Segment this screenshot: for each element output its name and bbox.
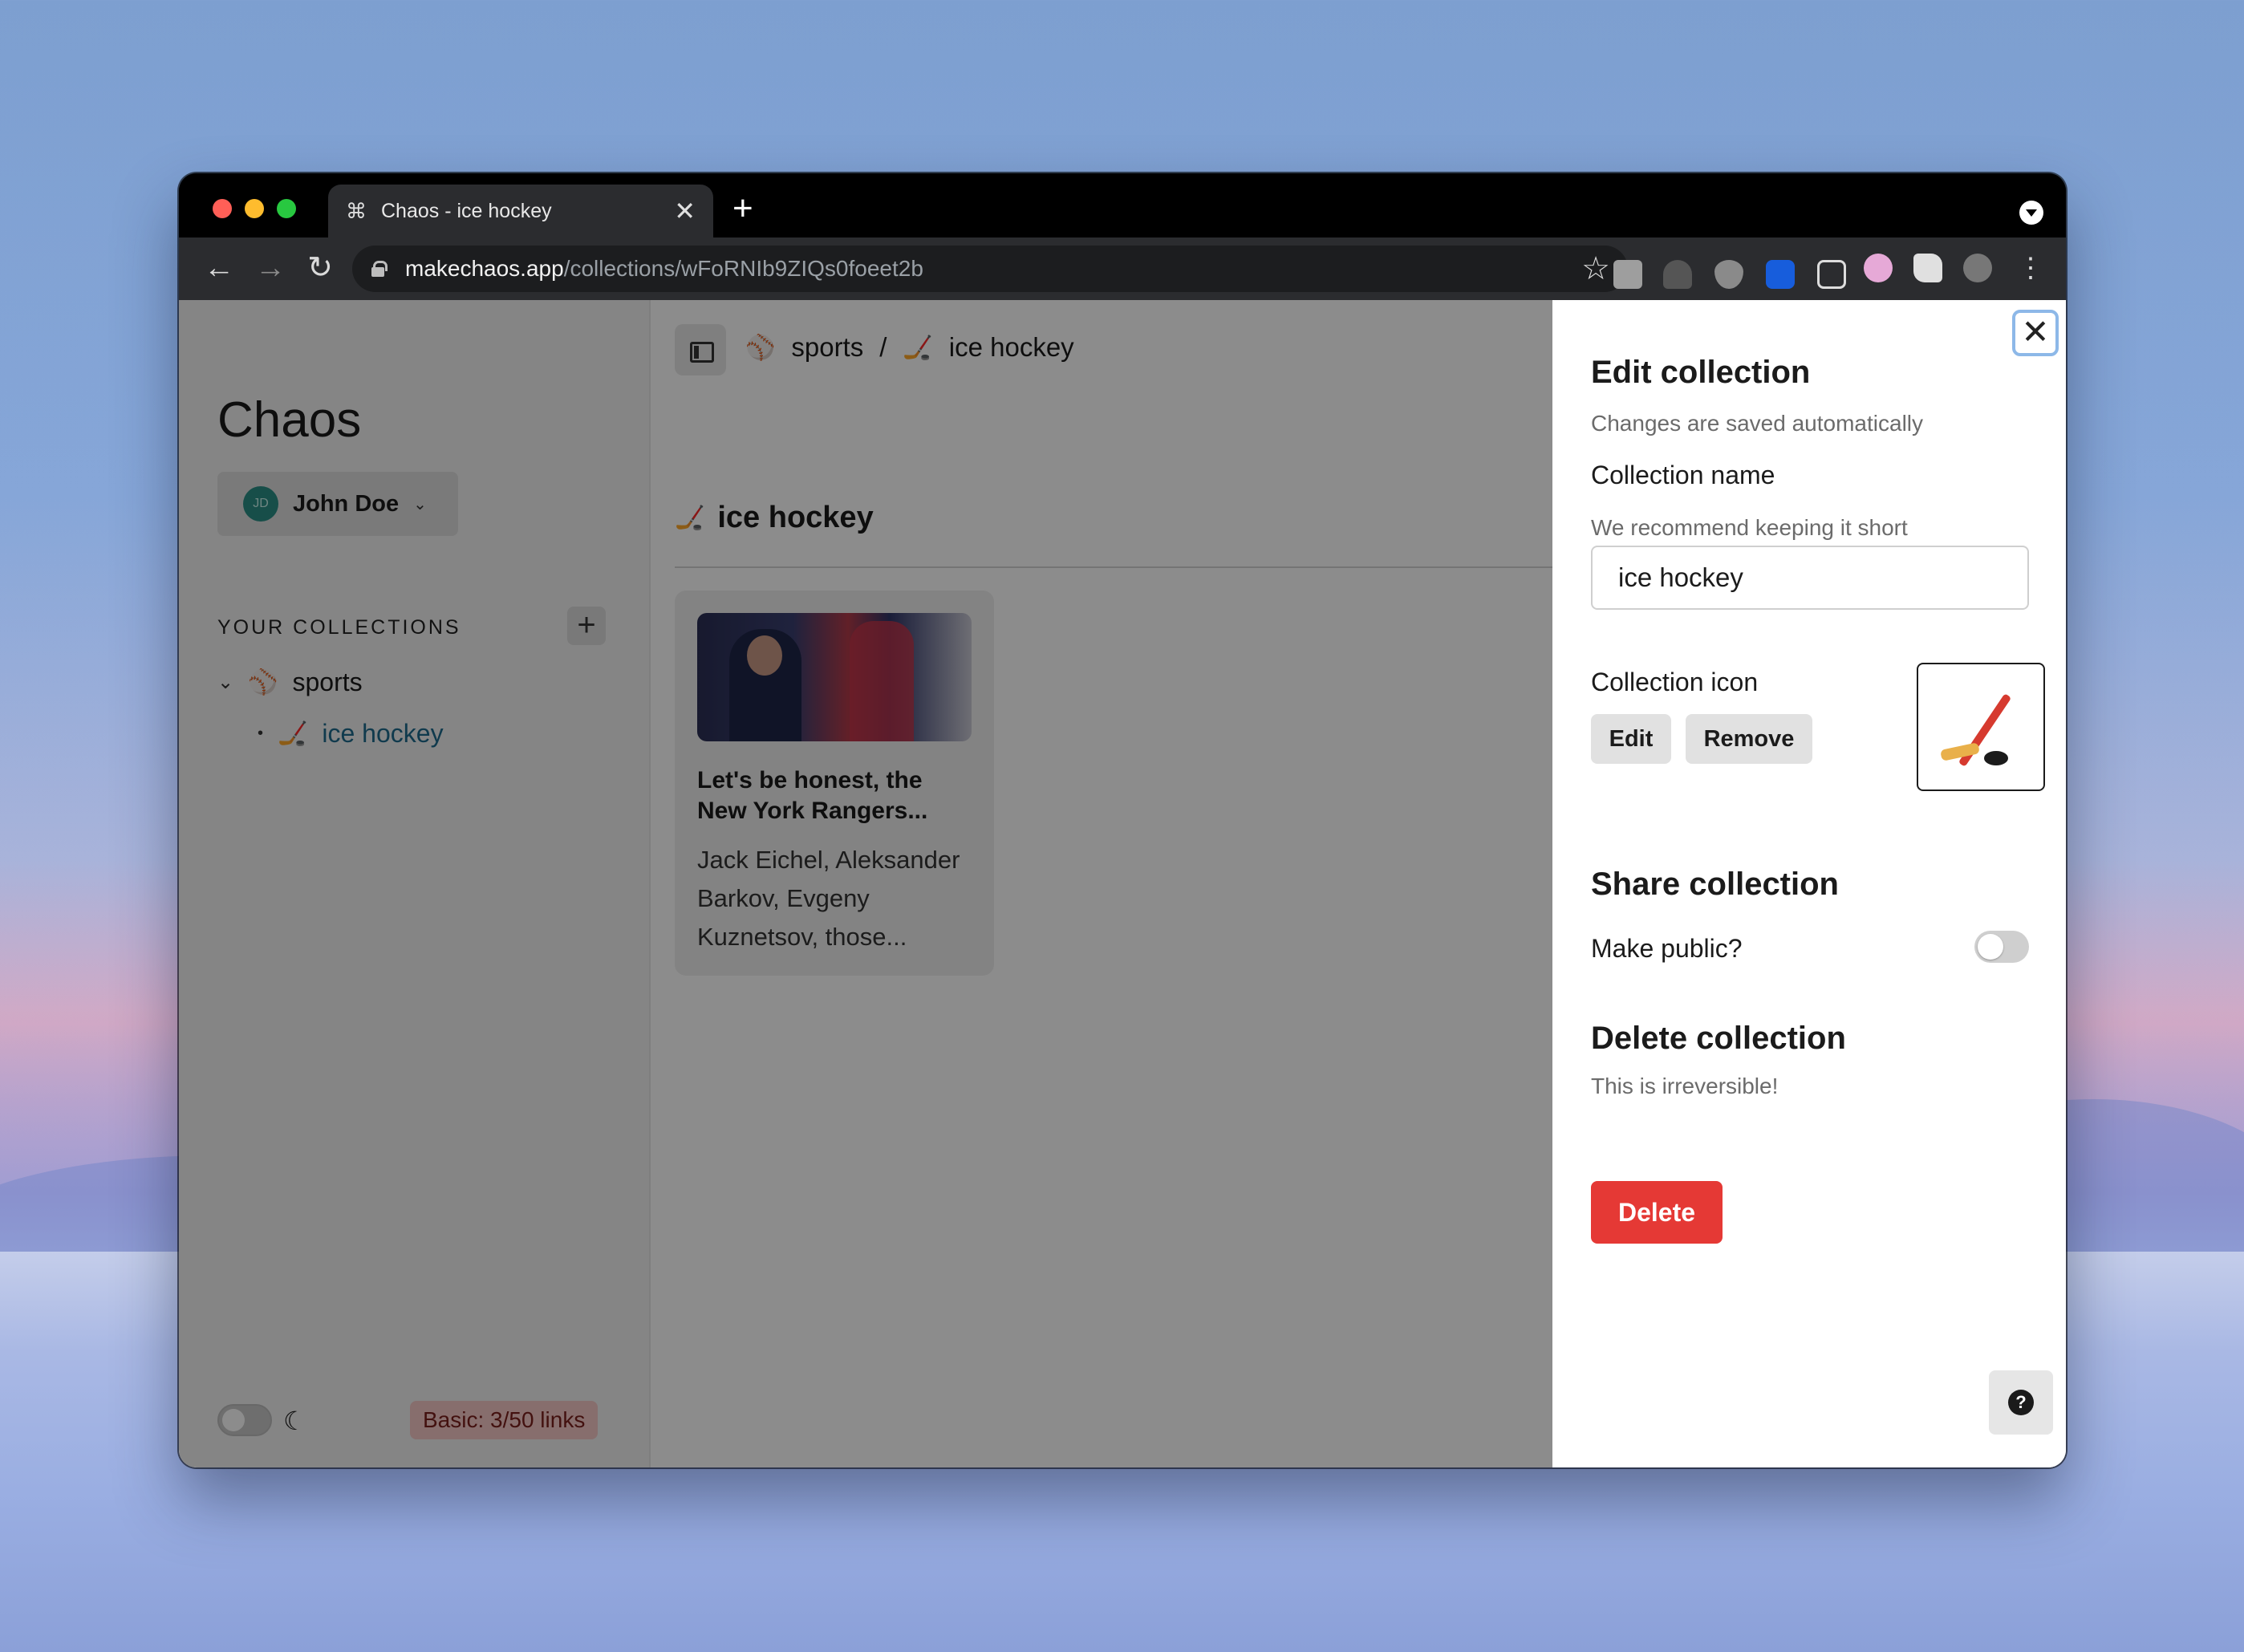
address-bar[interactable]: makechaos.app/collections/wFoRNIb9ZIQs0f… xyxy=(352,246,1628,292)
profile-avatar-icon[interactable] xyxy=(1963,254,1992,282)
url-path: /collections/wFoRNIb9ZIQs0foeet2b xyxy=(563,256,923,281)
collection-name-input[interactable] xyxy=(1591,546,2029,610)
delete-warning: This is irreversible! xyxy=(1591,1074,1779,1098)
tab-title: Chaos - ice hockey xyxy=(381,199,552,222)
make-public-toggle[interactable] xyxy=(1974,931,2029,963)
collection-icon-label: Collection icon xyxy=(1591,668,1759,696)
lock-icon xyxy=(371,261,388,277)
edit-collection-panel: ✕ Edit collection Changes are saved auto… xyxy=(1552,300,2066,1467)
help-icon: ? xyxy=(2008,1390,2034,1415)
url-host: makechaos.app xyxy=(405,256,564,281)
back-icon[interactable]: ← xyxy=(200,249,238,287)
delete-heading: Delete collection xyxy=(1591,1021,1846,1056)
collection-name-hint: We recommend keeping it short xyxy=(1591,515,1908,540)
browser-window: ⌘ Chaos - ice hockey ✕ + ← → ↻ makechaos… xyxy=(179,173,2066,1467)
new-tab-button[interactable]: + xyxy=(732,191,753,226)
browser-toolbar: ← → ↻ makechaos.app/collections/wFoRNIb9… xyxy=(179,237,2066,300)
bitwarden-extension-icon[interactable] xyxy=(1766,260,1795,289)
menu-kebab-icon[interactable]: ⋮ xyxy=(2011,249,2050,287)
tab-close-icon[interactable]: ✕ xyxy=(674,198,696,224)
share-heading: Share collection xyxy=(1591,867,1839,902)
maximize-window-button[interactable] xyxy=(277,199,296,218)
help-button[interactable]: ? xyxy=(1989,1370,2053,1435)
play-extension-icon[interactable] xyxy=(1864,254,1893,282)
edit-icon-button[interactable]: Edit xyxy=(1591,714,1671,764)
tab-bar: ⌘ Chaos - ice hockey ✕ + xyxy=(179,173,2066,237)
minimize-window-button[interactable] xyxy=(245,199,264,218)
panel-subtitle: Changes are saved automatically xyxy=(1591,411,1924,436)
rocket-extension-icon[interactable] xyxy=(1663,260,1692,289)
close-panel-button[interactable]: ✕ xyxy=(2012,310,2059,356)
delete-collection-button[interactable]: Delete xyxy=(1591,1181,1723,1244)
collection-name-label: Collection name xyxy=(1591,461,1775,489)
modal-backdrop[interactable] xyxy=(179,300,1552,1467)
reload-icon[interactable]: ↻ xyxy=(301,249,339,287)
tab-search-icon[interactable] xyxy=(2019,201,2043,225)
collection-icon-preview[interactable] xyxy=(1917,663,2045,791)
chaos-extension-icon[interactable] xyxy=(1817,260,1846,289)
extensions-area xyxy=(1597,244,1870,294)
close-window-button[interactable] xyxy=(213,199,232,218)
forward-icon[interactable]: → xyxy=(251,249,290,287)
make-public-label: Make public? xyxy=(1591,934,1743,963)
panel-title: Edit collection xyxy=(1591,355,1811,390)
browser-tab[interactable]: ⌘ Chaos - ice hockey ✕ xyxy=(328,185,713,237)
puzzle-extension-icon[interactable] xyxy=(1913,254,1942,282)
chaos-favicon-icon: ⌘ xyxy=(346,198,367,223)
page-content: Chaos JD John Doe ⌄ YOUR COLLECTIONS + ⌄… xyxy=(179,300,2066,1467)
hockey-puck-shape xyxy=(1984,751,2008,765)
ublock-extension-icon[interactable] xyxy=(1714,260,1743,289)
remove-icon-button[interactable]: Remove xyxy=(1686,714,1812,764)
camera-extension-icon[interactable] xyxy=(1613,260,1642,289)
